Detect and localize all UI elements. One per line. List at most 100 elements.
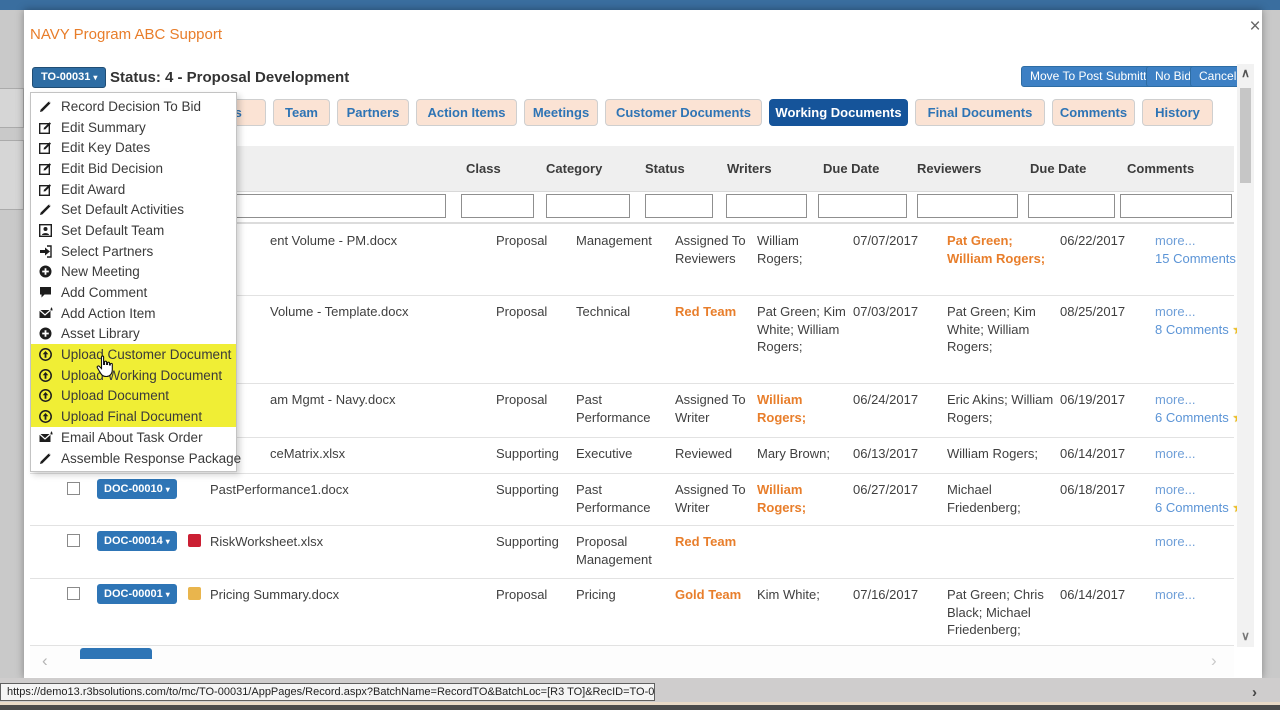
column-header-class-0[interactable]: Class bbox=[466, 161, 501, 176]
menu-item-label: Set Default Team bbox=[61, 222, 165, 238]
background-panel-fragment bbox=[0, 140, 24, 210]
menu-item-edit-award[interactable]: Edit Award bbox=[31, 179, 236, 200]
scroll-left-icon[interactable]: ‹ bbox=[42, 651, 48, 671]
tab-partners[interactable]: Partners bbox=[337, 99, 409, 126]
menu-item-email-about-task-order[interactable]: Email About Task Order bbox=[31, 427, 236, 448]
column-header-category-1[interactable]: Category bbox=[546, 161, 602, 176]
scroll-down-icon[interactable]: ∨ bbox=[1238, 629, 1253, 643]
envelope-star-icon bbox=[39, 306, 53, 320]
cell-category: Past Performance bbox=[576, 482, 651, 515]
cell-writers: William Rogers; bbox=[757, 392, 807, 425]
menu-item-add-comment[interactable]: Add Comment bbox=[31, 282, 236, 303]
doc-id-dropdown-button[interactable]: DOC-00001 ▾ bbox=[97, 584, 177, 604]
envelope-star-icon bbox=[39, 430, 53, 444]
comments-link[interactable]: 15 Comments bbox=[1155, 251, 1236, 266]
cell-class: Proposal bbox=[496, 392, 548, 407]
column-header-due-date-4[interactable]: Due Date bbox=[823, 161, 879, 176]
caret-down-icon: ▾ bbox=[93, 73, 98, 82]
cell-class: Supporting bbox=[496, 446, 559, 461]
filter-input-1[interactable] bbox=[461, 194, 534, 218]
doc-id-button-partial[interactable] bbox=[80, 648, 152, 659]
filter-input-8[interactable] bbox=[1120, 194, 1232, 218]
menu-item-edit-summary[interactable]: Edit Summary bbox=[31, 117, 236, 138]
cell-due-date: 06/19/2017 bbox=[1060, 392, 1126, 407]
document-name[interactable]: RiskWorksheet.xlsx bbox=[210, 526, 454, 551]
tab-customer-documents[interactable]: Customer Documents bbox=[605, 99, 762, 126]
cell-due-date: 06/24/2017 bbox=[853, 392, 919, 407]
column-header-writers-3[interactable]: Writers bbox=[727, 161, 772, 176]
menu-item-upload-working-document[interactable]: Upload Working Document bbox=[31, 364, 236, 386]
tab-team[interactable]: Team bbox=[273, 99, 330, 126]
menu-item-set-default-activities[interactable]: Set Default Activities bbox=[31, 199, 236, 220]
menu-item-edit-key-dates[interactable]: Edit Key Dates bbox=[31, 137, 236, 158]
page-title: NAVY Program ABC Support bbox=[30, 26, 223, 43]
tab-history[interactable]: History bbox=[1142, 99, 1213, 126]
document-name[interactable]: Pricing Summary.docx bbox=[210, 579, 454, 604]
cell-due-date: 06/22/2017 bbox=[1060, 233, 1126, 248]
row-checkbox[interactable] bbox=[67, 482, 80, 495]
more-link[interactable]: more... bbox=[1155, 446, 1195, 461]
doc-id-dropdown-button[interactable]: DOC-00014 ▾ bbox=[97, 531, 177, 551]
cell-category: Past Performance bbox=[576, 392, 651, 425]
scrollbar-thumb[interactable] bbox=[1240, 88, 1251, 183]
filter-input-6[interactable] bbox=[917, 194, 1018, 218]
menu-item-upload-customer-document[interactable]: Upload Customer Document bbox=[31, 344, 236, 365]
row-checkbox[interactable] bbox=[67, 534, 80, 547]
document-name[interactable]: PastPerformance1.docx bbox=[210, 474, 454, 499]
menu-item-upload-final-document[interactable]: Upload Final Document bbox=[31, 406, 236, 427]
menu-item-record-decision-to-bid[interactable]: Record Decision To Bid bbox=[31, 96, 236, 117]
tab-meetings[interactable]: Meetings bbox=[524, 99, 598, 126]
more-link[interactable]: more... bbox=[1155, 233, 1195, 248]
menu-item-label: Upload Customer Document bbox=[61, 347, 232, 363]
document-name[interactable]: ent Volume - PM.docx bbox=[270, 225, 454, 250]
more-link[interactable]: more... bbox=[1155, 587, 1195, 602]
hscroll-right-icon[interactable]: › bbox=[1252, 684, 1257, 701]
comments-link[interactable]: 8 Comments bbox=[1155, 322, 1229, 337]
comments-link[interactable]: 6 Comments bbox=[1155, 500, 1229, 515]
scroll-up-icon[interactable]: ∧ bbox=[1238, 66, 1253, 80]
filter-input-7[interactable] bbox=[1028, 194, 1115, 218]
pencil-square-icon bbox=[39, 183, 53, 196]
tab-action-items[interactable]: Action Items bbox=[416, 99, 517, 126]
filter-input-3[interactable] bbox=[645, 194, 713, 218]
cell-class: Proposal bbox=[496, 233, 548, 248]
close-icon[interactable]: × bbox=[1245, 16, 1265, 38]
menu-item-asset-library[interactable]: Asset Library bbox=[31, 324, 236, 345]
menu-item-upload-document[interactable]: Upload Document bbox=[31, 385, 236, 407]
menu-item-select-partners[interactable]: Select Partners bbox=[31, 241, 236, 262]
more-link[interactable]: more... bbox=[1155, 482, 1195, 497]
doc-id-label: DOC-00001 bbox=[104, 588, 163, 600]
row-checkbox[interactable] bbox=[67, 587, 80, 600]
tab-final-documents[interactable]: Final Documents bbox=[915, 99, 1045, 126]
document-name[interactable]: am Mgmt - Navy.docx bbox=[270, 384, 454, 409]
column-header-due-date-6[interactable]: Due Date bbox=[1030, 161, 1086, 176]
move-to-post-submittal-button[interactable]: Move To Post Submittal bbox=[1021, 66, 1165, 87]
filter-input-5[interactable] bbox=[818, 194, 907, 218]
more-link[interactable]: more... bbox=[1155, 534, 1195, 549]
doc-id-dropdown-button[interactable]: DOC-00010 ▾ bbox=[97, 479, 177, 499]
menu-item-add-action-item[interactable]: Add Action Item bbox=[31, 303, 236, 324]
column-header-comments-7[interactable]: Comments bbox=[1127, 161, 1194, 176]
record-id-dropdown-button[interactable]: TO-00031 ▾ bbox=[32, 67, 107, 88]
cell-due-date: 07/16/2017 bbox=[853, 587, 919, 602]
cell-class: Proposal bbox=[496, 587, 548, 602]
menu-item-assemble-response-package[interactable]: Assemble Response Package bbox=[31, 448, 241, 469]
document-name[interactable]: Volume - Template.docx bbox=[270, 296, 454, 321]
menu-item-label: New Meeting bbox=[61, 264, 140, 280]
column-header-reviewers-5[interactable]: Reviewers bbox=[917, 161, 981, 176]
menu-item-edit-bid-decision[interactable]: Edit Bid Decision bbox=[31, 158, 236, 179]
more-link[interactable]: more... bbox=[1155, 304, 1195, 319]
menu-item-new-meeting[interactable]: New Meeting bbox=[31, 262, 236, 283]
scroll-right-icon[interactable]: › bbox=[1211, 651, 1217, 671]
filter-input-4[interactable] bbox=[726, 194, 807, 218]
column-header-status-2[interactable]: Status bbox=[645, 161, 685, 176]
menu-item-label: Upload Document bbox=[61, 388, 170, 404]
filter-input-2[interactable] bbox=[546, 194, 630, 218]
more-link[interactable]: more... bbox=[1155, 392, 1195, 407]
cell-category: Executive bbox=[576, 446, 633, 461]
document-name[interactable]: ceMatrix.xlsx bbox=[270, 438, 454, 463]
comments-link[interactable]: 6 Comments bbox=[1155, 410, 1229, 425]
tab-working-documents[interactable]: Working Documents bbox=[769, 99, 908, 126]
menu-item-set-default-team[interactable]: Set Default Team bbox=[31, 220, 236, 241]
tab-comments[interactable]: Comments bbox=[1052, 99, 1135, 126]
